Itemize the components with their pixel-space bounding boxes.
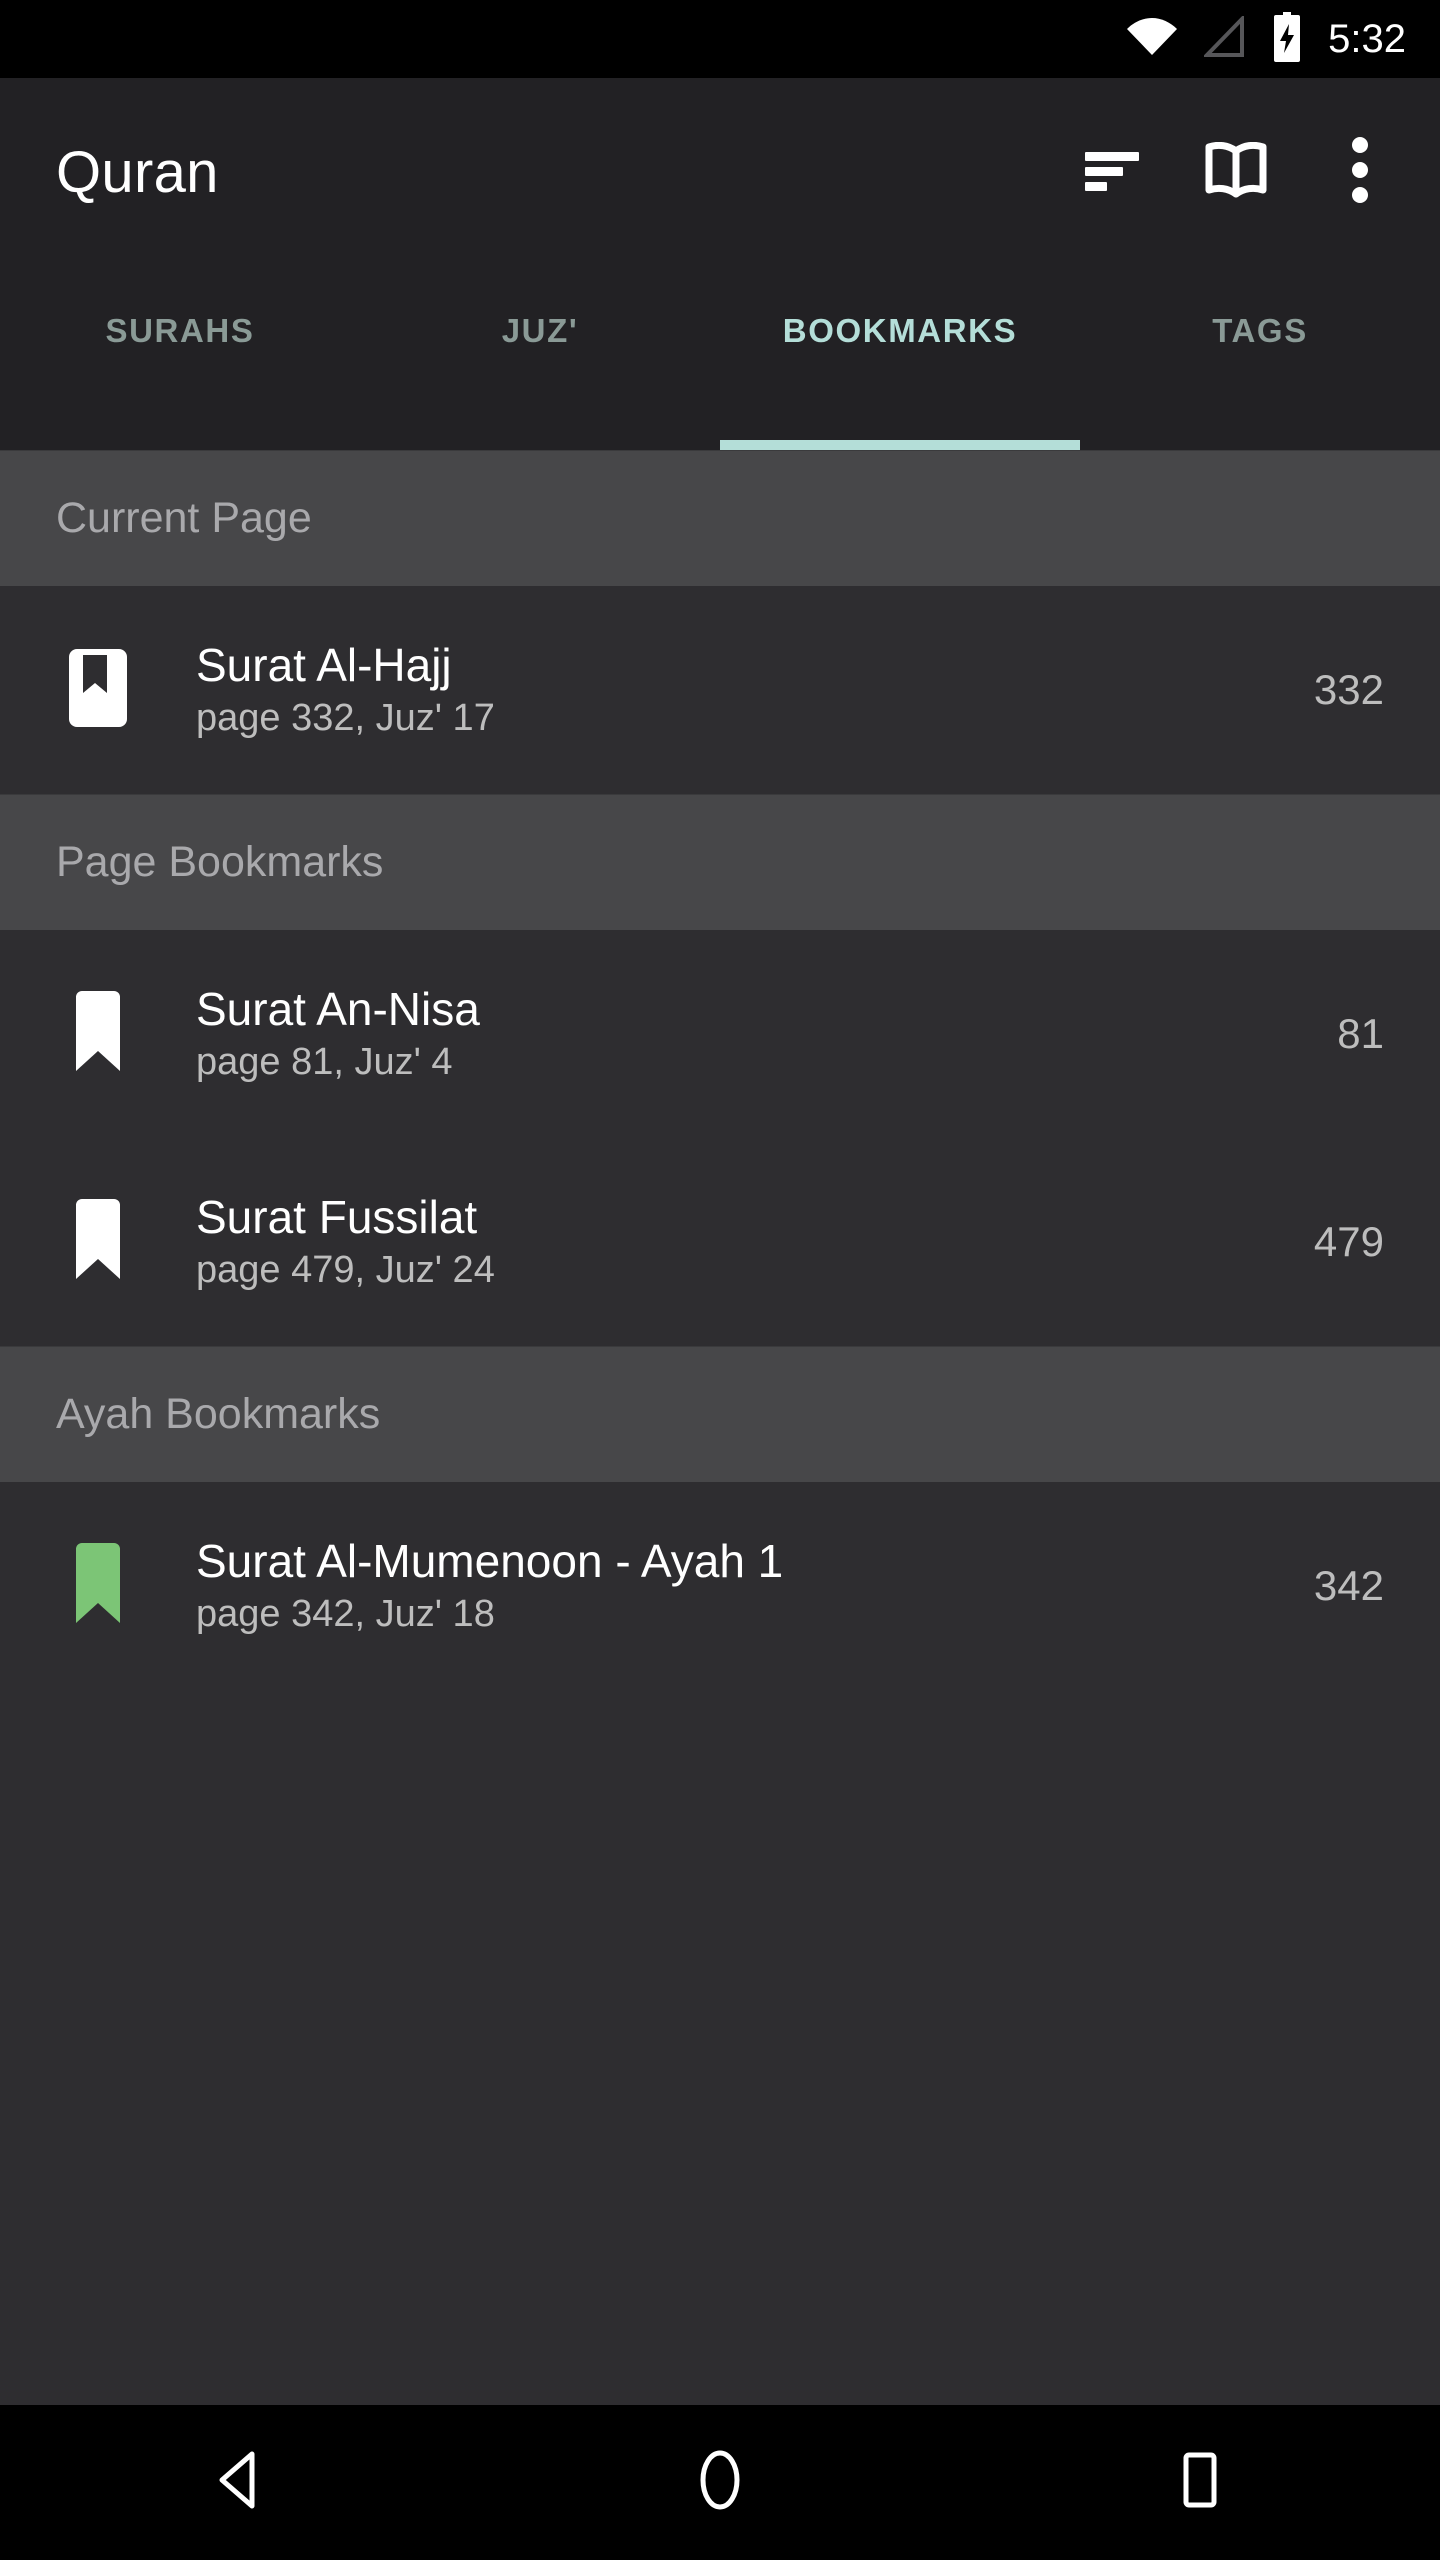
page-title: Quran (56, 139, 219, 205)
row-icon (0, 990, 196, 1078)
home-icon (696, 2449, 744, 2516)
app-screen: 5:32 Quran SURAHS JUZ' BOOKMARKS TAGS Cu… (0, 0, 1440, 2560)
section-header-current-page: Current Page (0, 450, 1440, 586)
tab-label: TAGS (1212, 312, 1308, 349)
row-icon (0, 1198, 196, 1286)
back-button[interactable] (165, 2408, 315, 2558)
row-page-number: 81 (1337, 1010, 1384, 1057)
list-item[interactable]: Surat An-Nisa page 81, Juz' 4 81 (0, 930, 1440, 1138)
tab-surahs[interactable]: SURAHS (0, 266, 360, 450)
row-title: Surat Al-Mumenoon - Ayah 1 (196, 1534, 784, 1587)
recents-icon (1174, 2451, 1226, 2514)
tab-label: BOOKMARKS (782, 312, 1018, 349)
row-icon (0, 648, 196, 732)
tab-bar: SURAHS JUZ' BOOKMARKS TAGS (0, 266, 1440, 450)
row-subtitle: page 342, Juz' 18 (196, 1593, 495, 1636)
bookmark-icon (72, 990, 124, 1078)
row-title: Surat Al-Hajj (196, 638, 452, 691)
row-title: Surat Fussilat (196, 1190, 478, 1243)
recents-button[interactable] (1125, 2408, 1275, 2558)
row-title: Surat An-Nisa (196, 982, 480, 1035)
bookmarks-list[interactable]: Current Page Surat Al-Hajj page 332, Juz… (0, 450, 1440, 2405)
status-bar-clock: 5:32 (1328, 17, 1406, 61)
section-header-label: Current Page (56, 494, 312, 542)
row-subtitle: page 479, Juz' 24 (196, 1249, 495, 1292)
row-subtitle: page 332, Juz' 17 (196, 697, 495, 740)
row-page-number: 332 (1313, 666, 1384, 713)
status-bar-icons (1126, 11, 1302, 67)
row-page-number: 479 (1313, 1218, 1384, 1265)
open-book-icon (1205, 141, 1267, 203)
system-navigation-bar (0, 2405, 1440, 2560)
go-to-page-button[interactable] (1174, 110, 1298, 234)
tab-label: JUZ' (501, 312, 579, 349)
app-bar: Quran (0, 78, 1440, 266)
status-bar: 5:32 (0, 0, 1440, 78)
row-subtitle: page 81, Juz' 4 (196, 1041, 453, 1084)
tab-juz[interactable]: JUZ' (360, 266, 720, 450)
row-icon (0, 1542, 196, 1630)
active-tab-indicator (720, 440, 1080, 450)
sort-button[interactable] (1050, 110, 1174, 234)
row-page-number: 342 (1313, 1562, 1384, 1609)
battery-charging-icon (1272, 11, 1302, 67)
row-text: Surat An-Nisa page 81, Juz' 4 (196, 982, 1274, 1084)
cellular-signal-icon (1202, 13, 1246, 63)
list-item[interactable]: Surat Al-Mumenoon - Ayah 1 page 342, Juz… (0, 1482, 1440, 1690)
sort-icon (1083, 147, 1141, 198)
overflow-menu-button[interactable] (1298, 110, 1422, 234)
list-item[interactable]: Surat Al-Hajj page 332, Juz' 17 332 (0, 586, 1440, 794)
row-text: Surat Fussilat page 479, Juz' 24 (196, 1190, 1274, 1292)
section-header-label: Page Bookmarks (56, 838, 384, 886)
list-item[interactable]: Surat Fussilat page 479, Juz' 24 479 (0, 1138, 1440, 1346)
tab-tags[interactable]: TAGS (1080, 266, 1440, 450)
tab-label: SURAHS (105, 312, 255, 349)
current-page-bookmark-icon (69, 648, 127, 732)
overflow-menu-icon (1351, 136, 1369, 208)
section-header-ayah-bookmarks: Ayah Bookmarks (0, 1346, 1440, 1482)
wifi-icon (1126, 17, 1178, 61)
row-text: Surat Al-Hajj page 332, Juz' 17 (196, 638, 1274, 740)
section-header-label: Ayah Bookmarks (56, 1390, 381, 1438)
tab-bookmarks[interactable]: BOOKMARKS (720, 266, 1080, 450)
home-button[interactable] (645, 2408, 795, 2558)
section-header-page-bookmarks: Page Bookmarks (0, 794, 1440, 930)
row-text: Surat Al-Mumenoon - Ayah 1 page 342, Juz… (196, 1534, 1274, 1636)
bookmark-icon (72, 1198, 124, 1286)
back-icon (214, 2450, 266, 2515)
app-bar-actions (1050, 110, 1440, 234)
bookmark-icon (72, 1542, 124, 1630)
